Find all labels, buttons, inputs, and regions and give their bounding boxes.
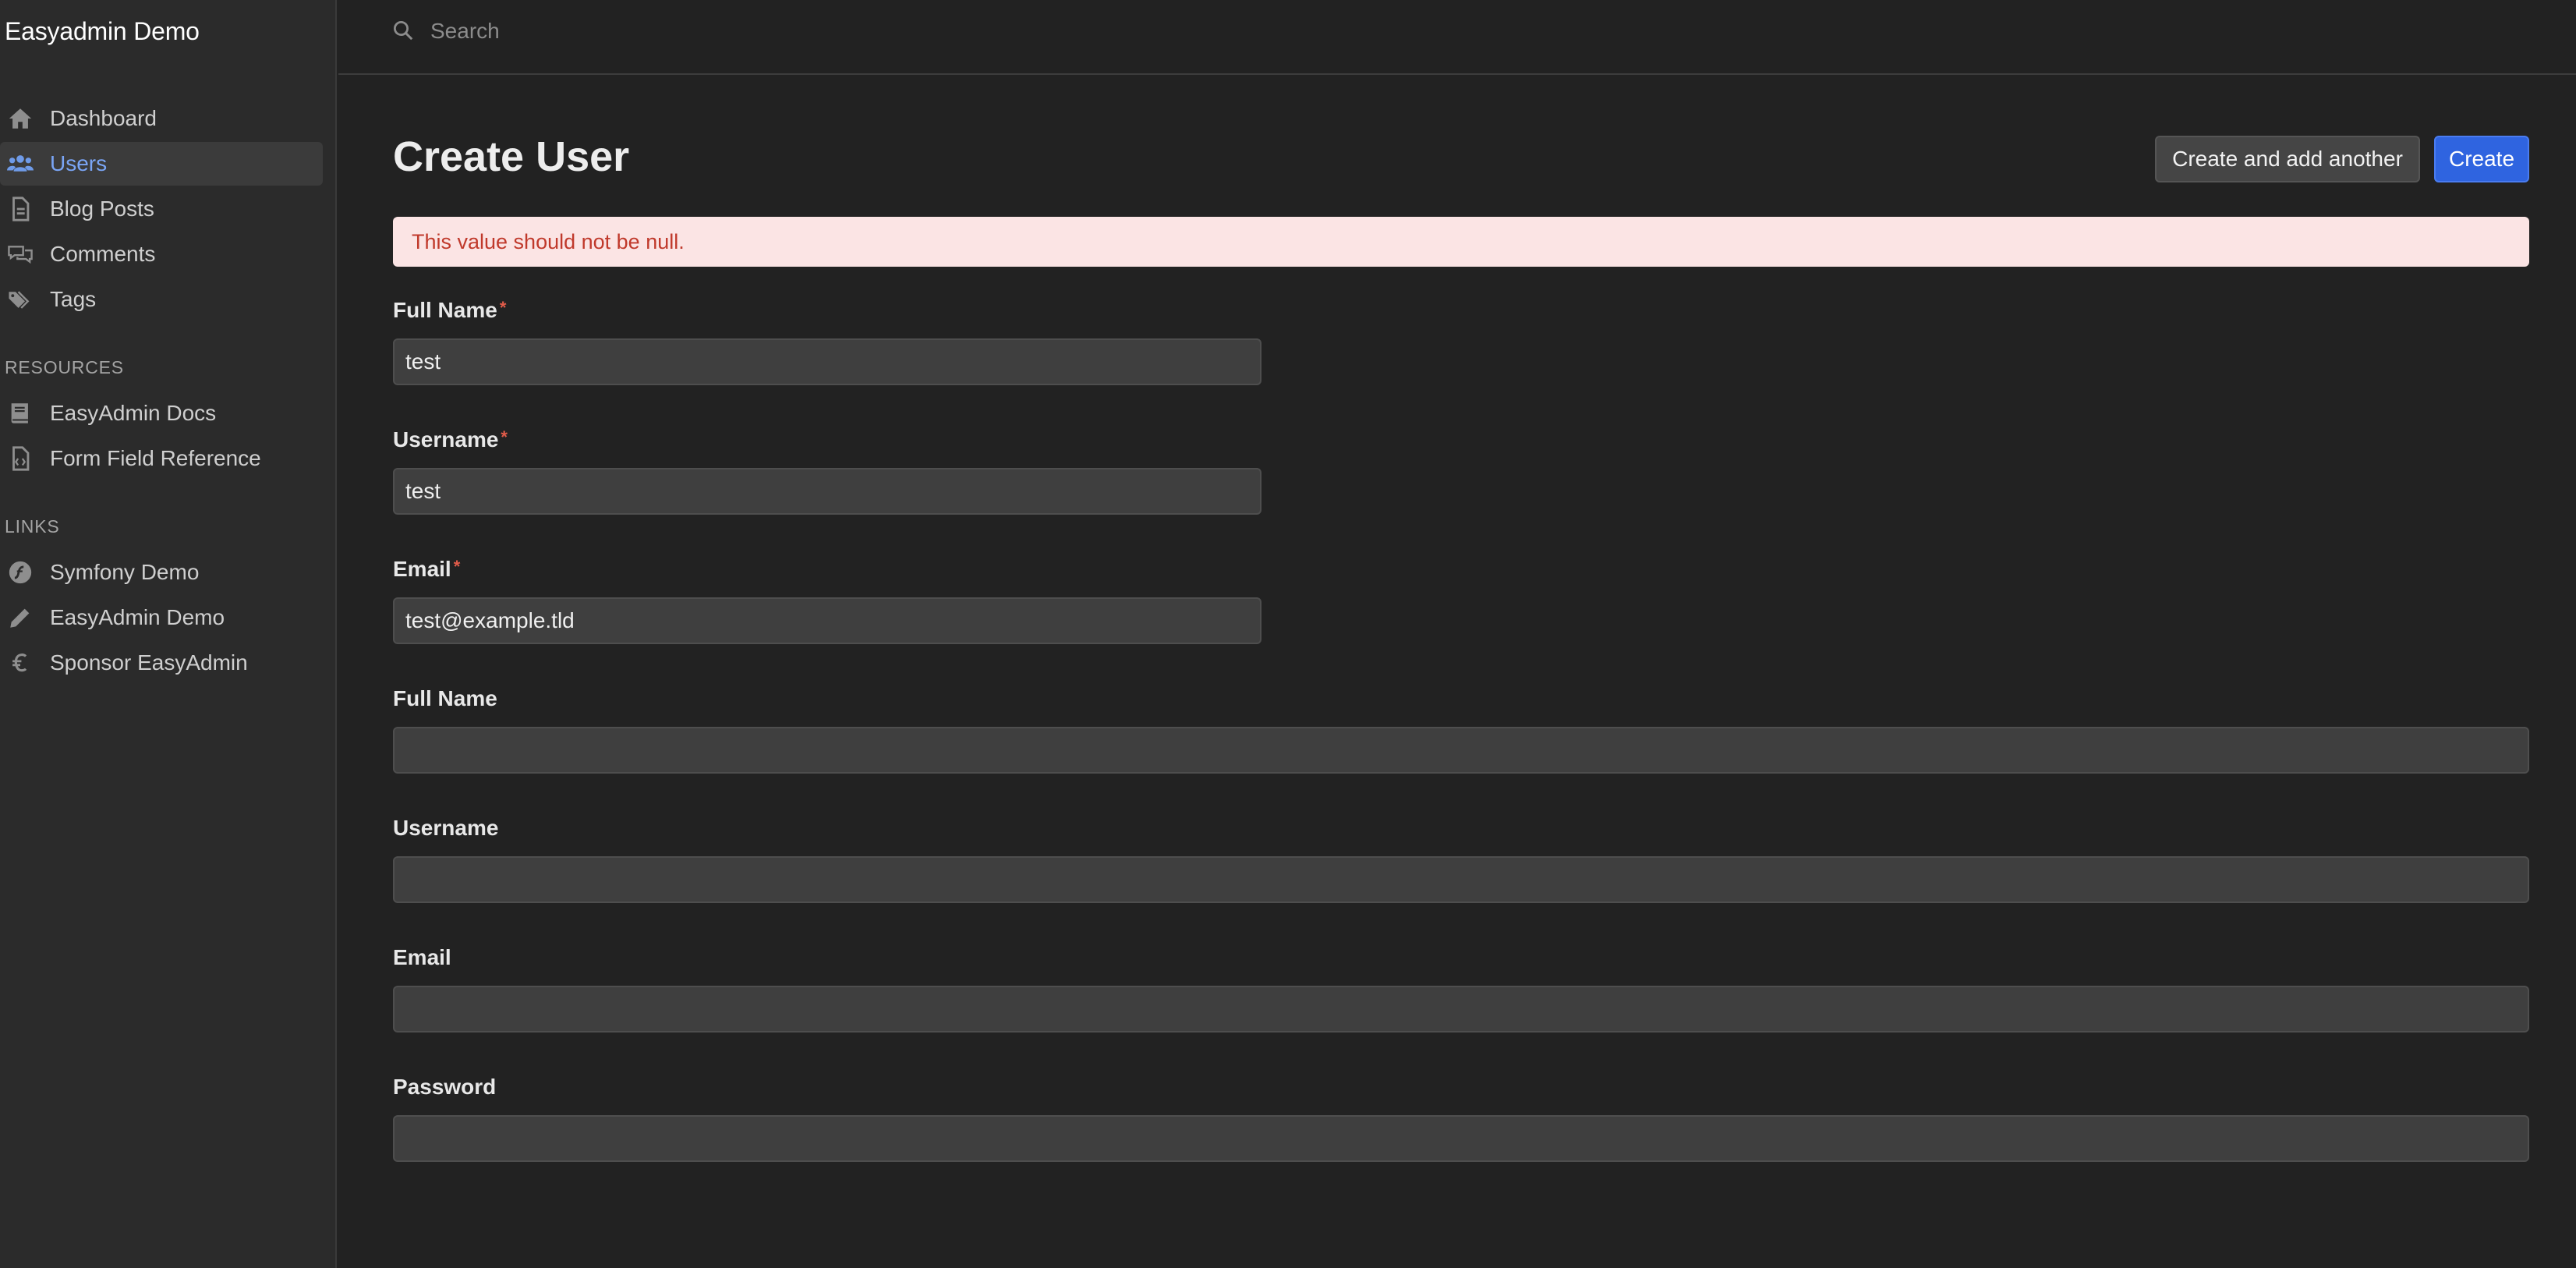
sidebar-item-label: EasyAdmin Docs (50, 401, 217, 425)
users-icon (6, 150, 34, 178)
password-label: Password (393, 1075, 497, 1099)
page-title: Create User (393, 133, 630, 180)
tags-icon (6, 285, 34, 313)
error-message: This value should not be null. (412, 229, 685, 253)
sidebar-item-label: Dashboard (50, 106, 157, 130)
email-label: Email * (393, 557, 461, 581)
pencil-icon (6, 604, 34, 632)
username-field[interactable] (393, 468, 1261, 515)
sidebar-item-easyadmin-docs[interactable]: EasyAdmin Docs (0, 391, 323, 435)
sidebar-item-label: Sponsor EasyAdmin (50, 650, 248, 675)
sidebar-item-comments[interactable]: Comments (0, 232, 323, 276)
sidebar-item-blog-posts[interactable]: Blog Posts (0, 187, 323, 231)
brand-title[interactable]: Easyadmin Demo (5, 17, 200, 46)
password-field[interactable] (393, 1115, 2529, 1162)
sidebar-item-symfony-demo[interactable]: Symfony Demo (0, 551, 323, 594)
required-mark: * (499, 298, 507, 317)
required-mark: * (453, 557, 461, 576)
symfony-icon (6, 558, 34, 586)
links-section-title: LINKS (5, 516, 60, 537)
sidebar-item-label: Comments (50, 242, 156, 266)
sidebar-item-easyadmin-demo[interactable]: EasyAdmin Demo (0, 596, 323, 639)
sidebar-item-form-field-reference[interactable]: Form Field Reference (0, 437, 323, 480)
error-alert: This value should not be null. (393, 217, 2529, 267)
sidebar-item-sponsor-easyadmin[interactable]: Sponsor EasyAdmin (0, 641, 323, 685)
sidebar-item-label: Symfony Demo (50, 560, 200, 584)
sidebar-item-tags[interactable]: Tags (0, 278, 323, 321)
home-icon (6, 104, 34, 133)
sidebar-item-dashboard[interactable]: Dashboard (0, 97, 323, 140)
search-input[interactable] (429, 12, 1208, 50)
email-field[interactable] (393, 597, 1261, 644)
create-and-add-another-button[interactable]: Create and add another (2155, 136, 2420, 182)
full-name-field-secondary[interactable] (393, 727, 2529, 774)
resources-section-title: RESOURCES (5, 357, 124, 377)
sidebar-item-label: Form Field Reference (50, 446, 261, 470)
sidebar-item-users[interactable]: Users (0, 142, 323, 186)
username-field-secondary[interactable] (393, 856, 2529, 903)
username-label: Username * (393, 427, 508, 452)
full-name-label-secondary: Full Name (393, 686, 497, 710)
username-label-secondary: Username (393, 816, 499, 840)
full-name-field[interactable] (393, 338, 1261, 385)
email-field-secondary[interactable] (393, 986, 2529, 1032)
sidebar-item-label: Blog Posts (50, 197, 154, 221)
code-file-icon (6, 445, 34, 473)
sidebar-item-label: Users (50, 151, 108, 175)
comments-icon (6, 240, 34, 268)
book-icon (6, 399, 34, 427)
sidebar: Easyadmin Demo Dashboard Users Blog Post… (0, 0, 337, 1268)
required-mark: * (501, 427, 508, 447)
sidebar-item-label: Tags (50, 287, 97, 311)
create-button[interactable]: Create (2434, 136, 2529, 182)
document-icon (6, 195, 34, 223)
email-label-secondary: Email (393, 945, 451, 969)
euro-icon (6, 649, 34, 677)
topbar (338, 0, 2576, 75)
full-name-label: Full Name * (393, 298, 507, 322)
sidebar-item-label: EasyAdmin Demo (50, 605, 225, 629)
search-icon (391, 19, 415, 42)
